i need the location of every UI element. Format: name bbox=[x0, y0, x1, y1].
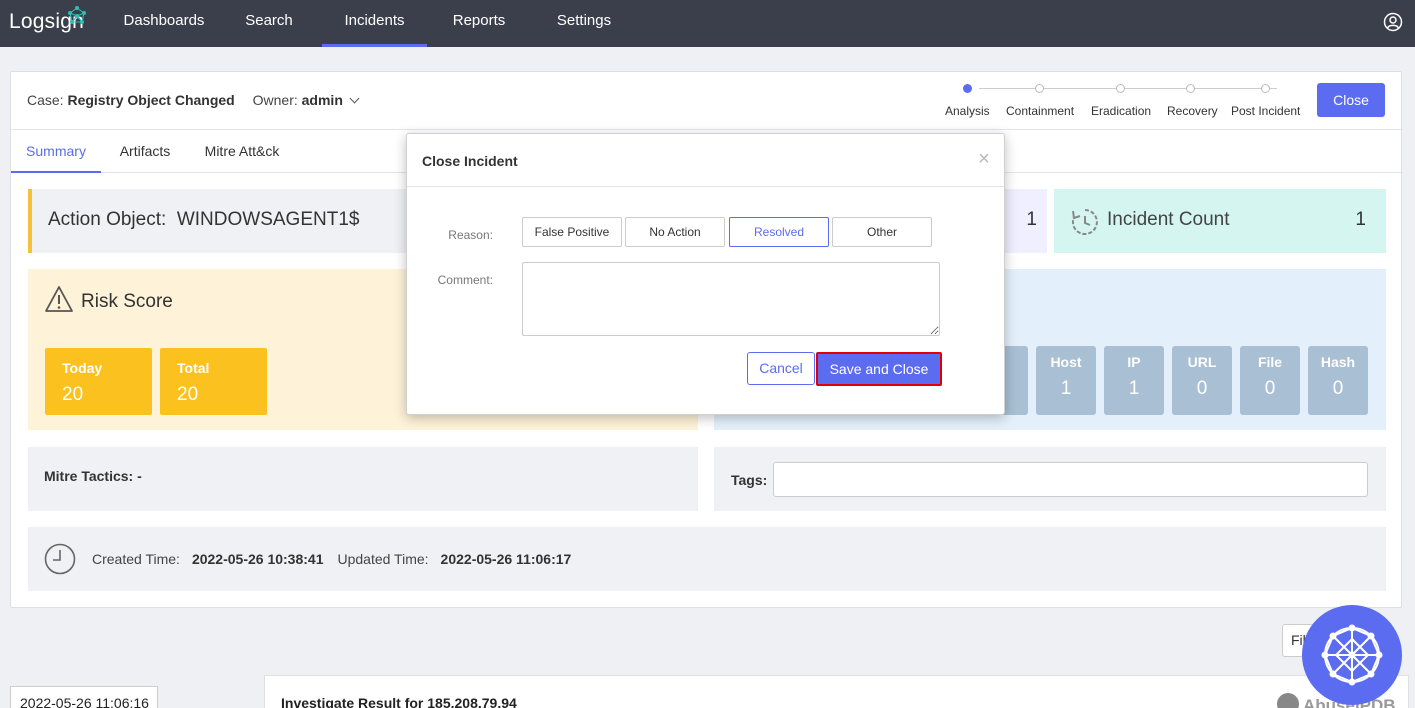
stage-line bbox=[979, 88, 1277, 89]
stage-label-post-incident: Post Incident bbox=[1231, 104, 1301, 118]
user-account-icon[interactable] bbox=[1383, 12, 1403, 32]
refresh-history-icon bbox=[1071, 209, 1098, 235]
created-time-label: Created Time: bbox=[92, 551, 180, 567]
risk-total-box: Total 20 bbox=[160, 348, 267, 415]
artifact-value: 1 bbox=[1060, 378, 1072, 399]
owner-label: Owner: bbox=[252, 92, 298, 108]
risk-total-label: Total bbox=[177, 360, 210, 376]
network-icon bbox=[1321, 624, 1383, 686]
nav-incidents[interactable]: Incidents bbox=[322, 0, 427, 47]
time-info: Created Time: 2022-05-26 10:38:41 Updated … bbox=[92, 551, 585, 567]
action-object-panel: Action Object: WINDOWSAGENT1$ bbox=[28, 189, 428, 253]
case-label: Case: bbox=[27, 92, 64, 108]
stage-label-recovery: Recovery bbox=[1167, 104, 1218, 118]
artifact-ip-box[interactable]: IP 1 bbox=[1104, 346, 1164, 415]
reason-other-button[interactable]: Other bbox=[832, 217, 932, 247]
owner-value: admin bbox=[301, 92, 343, 108]
artifact-url-box[interactable]: URL 0 bbox=[1172, 346, 1232, 415]
case-name: Registry Object Changed bbox=[67, 92, 235, 108]
tags-input[interactable] bbox=[773, 462, 1368, 497]
assistant-fab-button[interactable] bbox=[1302, 605, 1402, 705]
mitre-tactics-text: Mitre Tactics: - bbox=[44, 468, 142, 484]
action-object-label: Action Object: bbox=[48, 209, 167, 230]
artifact-label: File bbox=[1257, 354, 1283, 370]
chevron-down-icon bbox=[349, 93, 360, 104]
artifact-value: 1 bbox=[1128, 378, 1140, 399]
warning-icon bbox=[45, 286, 73, 312]
stage-dot-analysis[interactable] bbox=[963, 84, 972, 93]
artifact-host-box[interactable]: Host 1 bbox=[1036, 346, 1096, 415]
logo-network-icon bbox=[68, 6, 86, 24]
investigate-result-card: Investigate Result for 185.208.79.94 Abu… bbox=[264, 675, 1409, 708]
clock-icon bbox=[44, 543, 76, 575]
risk-today-label: Today bbox=[62, 360, 103, 376]
tab-artifacts[interactable]: Artifacts bbox=[111, 130, 179, 173]
nav-dashboards[interactable]: Dashboards bbox=[114, 0, 214, 47]
partial-count-value: 1 bbox=[1026, 209, 1037, 230]
stage-label-containment: Containment bbox=[1006, 104, 1075, 118]
updated-time-label: Updated Time: bbox=[337, 551, 429, 567]
close-incident-button[interactable]: Close bbox=[1317, 83, 1385, 117]
action-object-value: WINDOWSAGENT1$ bbox=[176, 209, 360, 230]
mitre-tactics-panel: Mitre Tactics: - bbox=[28, 447, 698, 511]
artifact-label: URL bbox=[1187, 354, 1217, 370]
owner-dropdown[interactable]: admin bbox=[301, 92, 360, 108]
stage-dot-post-incident[interactable] bbox=[1261, 84, 1270, 93]
stage-label-analysis: Analysis bbox=[945, 104, 990, 118]
reason-label: Reason: bbox=[448, 228, 493, 242]
action-object: Action Object: WINDOWSAGENT1$ bbox=[48, 209, 359, 231]
case-header: Case: Registry Object Changed Owner: adm… bbox=[27, 92, 360, 108]
updated-time-value: 2022-05-26 11:06:17 bbox=[440, 551, 572, 567]
top-nav: Logsign Dashboards Search Incidents Repo… bbox=[0, 0, 1415, 47]
incident-stage-progress: Analysis Containment Eradication Recover… bbox=[939, 80, 1309, 120]
abuseipdb-logo-icon bbox=[1277, 693, 1299, 708]
stage-dot-recovery[interactable] bbox=[1186, 84, 1195, 93]
incident-count-value: 1 bbox=[1355, 209, 1366, 230]
partial-count-panel: 1 bbox=[1001, 189, 1047, 253]
modal-title: Close Incident bbox=[422, 153, 518, 169]
incident-count-panel: Incident Count 1 bbox=[1054, 189, 1386, 253]
artifact-value: 0 bbox=[1264, 378, 1276, 399]
risk-today-box: Today 20 bbox=[45, 348, 152, 415]
nav-settings[interactable]: Settings bbox=[545, 0, 623, 47]
save-and-close-button[interactable]: Save and Close bbox=[816, 352, 942, 386]
stage-dot-eradication[interactable] bbox=[1116, 84, 1125, 93]
reason-resolved-button[interactable]: Resolved bbox=[729, 217, 829, 247]
tab-summary[interactable]: Summary bbox=[11, 130, 101, 173]
artifact-value: 0 bbox=[1196, 378, 1208, 399]
nav-search[interactable]: Search bbox=[227, 0, 311, 47]
tab-mitre-attack[interactable]: Mitre Att&ck bbox=[197, 130, 287, 173]
comment-textarea[interactable] bbox=[522, 262, 940, 336]
time-panel: Created Time: 2022-05-26 10:38:41 Updated … bbox=[28, 527, 1386, 591]
artifact-value: 0 bbox=[1332, 378, 1344, 399]
stage-dot-containment[interactable] bbox=[1035, 84, 1044, 93]
cancel-button[interactable]: Cancel bbox=[747, 352, 815, 385]
artifact-hash-box[interactable]: Hash 0 bbox=[1308, 346, 1368, 415]
created-time-value: 2022-05-26 10:38:41 bbox=[191, 551, 324, 567]
nav-reports[interactable]: Reports bbox=[440, 0, 518, 47]
close-incident-modal: Close Incident × Reason: False Positive … bbox=[406, 133, 1005, 415]
artifact-label: IP bbox=[1127, 354, 1141, 370]
incident-count-label: Incident Count bbox=[1107, 209, 1230, 230]
artifact-label: Hash bbox=[1320, 354, 1356, 370]
artifact-file-box[interactable]: File 0 bbox=[1240, 346, 1300, 415]
reason-false-positive-button[interactable]: False Positive bbox=[522, 217, 622, 247]
tags-label: Tags: bbox=[731, 472, 768, 488]
comment-label: Comment: bbox=[437, 273, 493, 287]
risk-total-value: 20 bbox=[177, 384, 199, 405]
modal-header: Close Incident × bbox=[407, 134, 1004, 187]
artifact-label: Host bbox=[1050, 354, 1082, 370]
stage-label-eradication: Eradication bbox=[1091, 104, 1152, 118]
close-icon[interactable]: × bbox=[975, 149, 993, 169]
risk-score-label: Risk Score bbox=[81, 291, 173, 312]
reason-no-action-button[interactable]: No Action bbox=[625, 217, 725, 247]
risk-today-value: 20 bbox=[62, 384, 84, 405]
timeline-date: 2022-05-26 11:06:16 bbox=[10, 686, 158, 708]
investigate-title: Investigate Result for 185.208.79.94 bbox=[281, 695, 517, 708]
tags-panel: Tags: bbox=[714, 447, 1386, 511]
